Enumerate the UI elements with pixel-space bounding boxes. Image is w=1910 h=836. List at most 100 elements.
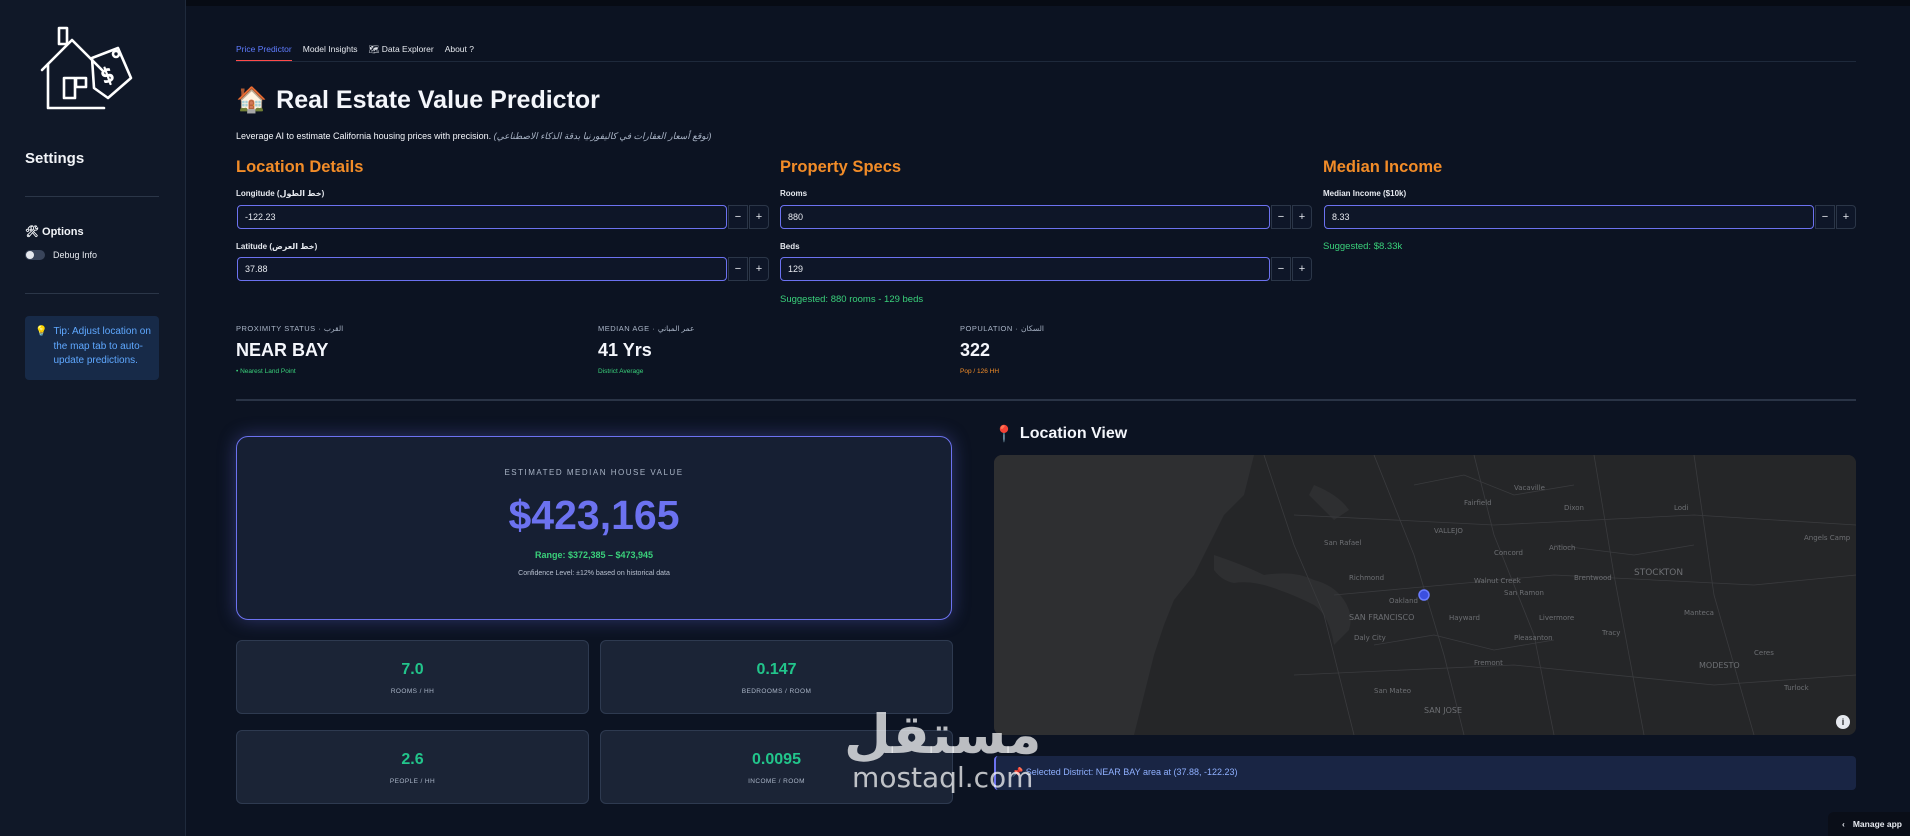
median-income-label: Median Income ($10k) xyxy=(1323,189,1407,198)
longitude-decrement-button[interactable]: − xyxy=(728,205,748,229)
longitude-input[interactable]: -122.23 xyxy=(237,205,727,229)
income-suggestion: Suggested: $8.33k xyxy=(1323,241,1403,252)
house-price-tag-icon: $ xyxy=(40,26,133,110)
estimate-range: Range: $372,385 – $473,945 xyxy=(534,550,654,560)
rooms-increment-button[interactable]: + xyxy=(1292,205,1312,229)
location-marker[interactable] xyxy=(1418,589,1430,601)
income-increment-button[interactable]: + xyxy=(1836,205,1856,229)
page-title-text: Real Estate Value Predictor xyxy=(276,86,600,114)
beds-increment-button[interactable]: + xyxy=(1292,257,1312,281)
map-label: Angels Camp xyxy=(1804,534,1851,542)
info-icon[interactable]: i xyxy=(1836,715,1850,729)
metric-note: Pop / 126 HH xyxy=(960,368,1000,375)
map-label: Oakland xyxy=(1389,597,1418,605)
sidebar: $ Settings 🛠 Options Debug Info 💡 Tip: A… xyxy=(0,0,186,836)
latitude-input[interactable]: 37.88 xyxy=(237,257,727,281)
latitude-decrement-button[interactable]: − xyxy=(728,257,748,281)
metric-value: 322 xyxy=(960,340,991,360)
svg-text:$: $ xyxy=(97,62,117,89)
stat-label: ROOMS / HH xyxy=(390,688,435,695)
watermark-url: mostaql.com xyxy=(852,761,1034,794)
map-label: Concord xyxy=(1494,549,1523,557)
map-label: STOCKTON xyxy=(1634,568,1683,578)
map-label: Brentwood xyxy=(1574,574,1612,582)
estimate-label: ESTIMATED MEDIAN HOUSE VALUE xyxy=(504,468,684,477)
stat-label: PEOPLE / HH xyxy=(389,778,436,785)
map-label: Lodi xyxy=(1674,504,1689,512)
metric-label: MEDIAN AGE · عمر المباني xyxy=(598,324,695,333)
stat-label: BEDROOMS / ROOM xyxy=(741,688,812,695)
tab-model-insights[interactable]: Model Insights xyxy=(303,44,358,61)
map-label: Vacaville xyxy=(1514,484,1545,492)
beds-stepper[interactable]: 129 − + xyxy=(780,257,1312,281)
page-subtitle: Leverage AI to estimate California housi… xyxy=(236,131,711,142)
watermark: مستقل mostaql.com xyxy=(844,708,1042,792)
tab-data-explorer[interactable]: 🗺 Data Explorer xyxy=(369,44,434,61)
metric-note: District Average xyxy=(598,368,644,375)
location-view-title-text: Location View xyxy=(1019,425,1128,442)
map-label: San Mateo xyxy=(1374,687,1411,695)
longitude-stepper[interactable]: -122.23 − + xyxy=(237,205,769,229)
tabs-divider xyxy=(236,61,1856,62)
manage-app-label: Manage app xyxy=(1852,819,1902,829)
stat-value: 7.0 xyxy=(401,661,424,678)
map-label: Fremont xyxy=(1474,659,1503,667)
map-label: Antioch xyxy=(1549,544,1575,552)
beds-decrement-button[interactable]: − xyxy=(1271,257,1291,281)
tip-text: Tip: Adjust location on the map tab to a… xyxy=(53,326,151,366)
house-icon: 🏠 xyxy=(236,86,268,114)
sidebar-divider xyxy=(25,196,159,197)
map-pin-icon: 📍 xyxy=(994,426,1014,443)
debug-info-toggle-row[interactable]: Debug Info xyxy=(25,250,97,260)
sidebar-divider xyxy=(25,293,159,294)
tab-price-predictor[interactable]: Price Predictor xyxy=(236,44,292,61)
proximity-metric: PROXIMITY STATUS · القرب NEAR BAY • Near… xyxy=(236,324,343,375)
manage-app-button[interactable]: ‹ Manage app xyxy=(1828,812,1910,836)
subtitle-arabic: (توقع أسعار العقارات في كاليفورنيا بدقة … xyxy=(493,131,712,141)
median-income-stepper[interactable]: 8.33 − + xyxy=(1324,205,1856,229)
map-label: SAN JOSE xyxy=(1424,706,1462,715)
map-label: VALLEJO xyxy=(1434,527,1463,535)
estimate-value: $423,165 xyxy=(508,492,680,538)
map-label: Richmond xyxy=(1349,574,1384,582)
map-label: Pleasanton xyxy=(1514,634,1553,642)
selected-district-box: 📌 Selected District: NEAR BAY area at (3… xyxy=(994,756,1856,790)
stat-card: 7.0 ROOMS / HH xyxy=(236,640,589,714)
tab-bar: Price Predictor Model Insights 🗺 Data Ex… xyxy=(236,44,474,61)
property-specs-title: Property Specs xyxy=(780,158,902,176)
subtitle-text: Leverage AI to estimate California housi… xyxy=(236,131,492,141)
latitude-increment-button[interactable]: + xyxy=(749,257,769,281)
latitude-stepper[interactable]: 37.88 − + xyxy=(237,257,769,281)
income-decrement-button[interactable]: − xyxy=(1815,205,1835,229)
rooms-decrement-button[interactable]: − xyxy=(1271,205,1291,229)
beds-label: Beds xyxy=(780,242,800,251)
median-income-input[interactable]: 8.33 xyxy=(1324,205,1814,229)
map-canvas[interactable]: STOCKTON SAN FRANCISCO MODESTO VALLEJO R… xyxy=(994,455,1856,735)
map-label: SAN FRANCISCO xyxy=(1349,613,1414,622)
tip-box: 💡 Tip: Adjust location on the map tab to… xyxy=(25,316,159,380)
metric-label: POPULATION · السكان xyxy=(960,324,1044,333)
stat-value: 0.147 xyxy=(756,661,797,678)
debug-info-toggle[interactable] xyxy=(25,250,45,260)
map-label: Manteca xyxy=(1684,609,1714,617)
debug-info-label: Debug Info xyxy=(53,250,98,260)
tab-about[interactable]: About ? xyxy=(445,44,474,61)
map-label: Livermore xyxy=(1539,614,1574,622)
map-label: San Rafael xyxy=(1324,539,1361,547)
stat-value: 2.6 xyxy=(401,751,424,768)
longitude-label: Longitude (خط الطول) xyxy=(236,189,325,198)
rooms-stepper[interactable]: 880 − + xyxy=(780,205,1312,229)
rooms-suggestion: Suggested: 880 rooms - 129 beds xyxy=(780,294,924,305)
beds-input[interactable]: 129 xyxy=(780,257,1270,281)
longitude-increment-button[interactable]: + xyxy=(749,205,769,229)
location-map[interactable]: STOCKTON SAN FRANCISCO MODESTO VALLEJO R… xyxy=(994,455,1856,735)
chevron-left-icon: ‹ xyxy=(1842,819,1845,829)
map-label: Dixon xyxy=(1564,504,1584,512)
top-bar xyxy=(186,0,1910,6)
section-divider xyxy=(236,399,1856,401)
watermark-logo-text: مستقل xyxy=(844,703,1042,766)
location-view-title: 📍 Location View xyxy=(994,424,1127,444)
rooms-input[interactable]: 880 xyxy=(780,205,1270,229)
estimate-card: ESTIMATED MEDIAN HOUSE VALUE $423,165 Ra… xyxy=(236,436,952,620)
metric-note: • Nearest Land Point xyxy=(236,368,296,375)
